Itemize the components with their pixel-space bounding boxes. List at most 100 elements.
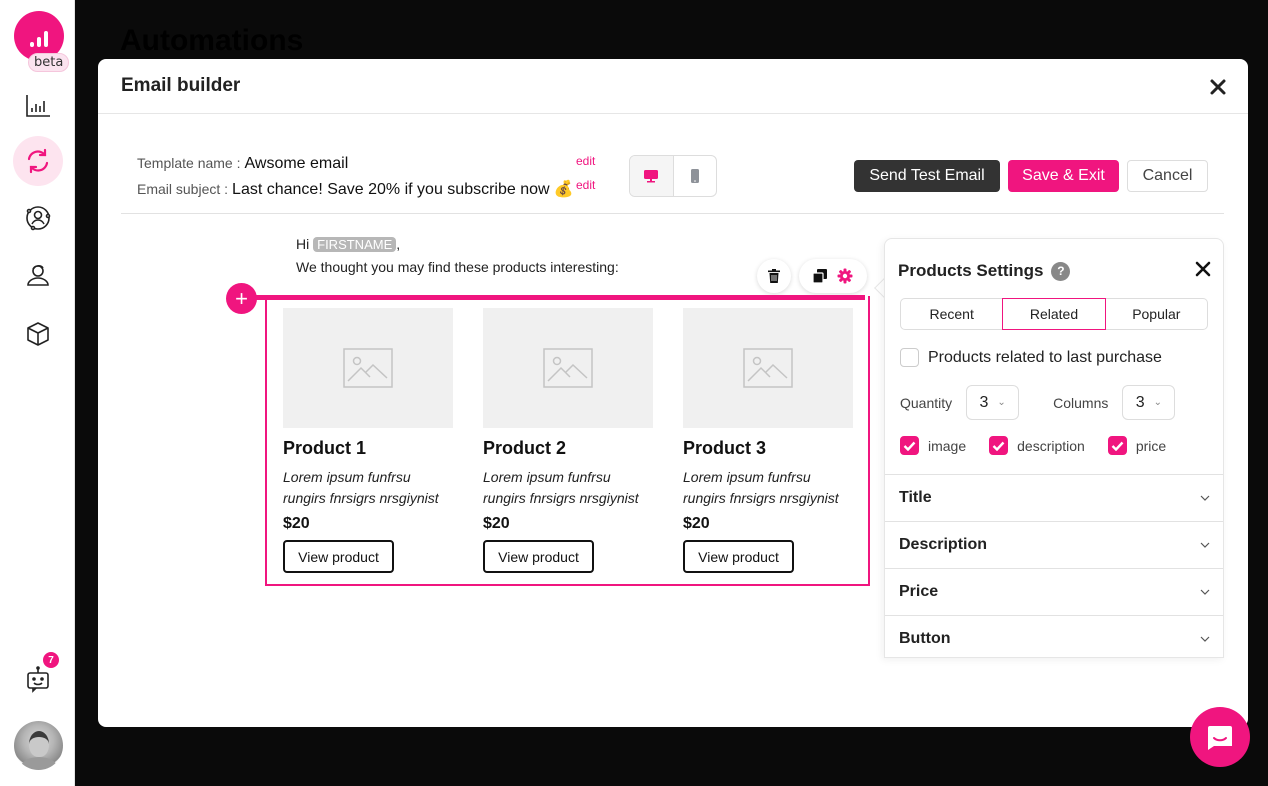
view-product-button[interactable]: View product — [483, 540, 594, 573]
delete-block-button[interactable] — [757, 259, 791, 293]
block-actions — [799, 259, 867, 293]
quantity-select[interactable]: 3 ⌄ — [966, 385, 1020, 420]
image-placeholder-icon — [743, 348, 793, 388]
close-icon[interactable] — [1208, 77, 1228, 97]
chevron-down-icon: ⌄ — [1153, 397, 1163, 408]
product-image-placeholder — [483, 308, 653, 428]
money-bag-emoji: 💰 — [553, 181, 574, 198]
columns-value: 3 — [1135, 393, 1145, 411]
mobile-view-button[interactable] — [674, 156, 717, 196]
help-icon[interactable]: ? — [1051, 261, 1071, 281]
cancel-button[interactable]: Cancel — [1127, 160, 1208, 192]
greeting-prefix: Hi — [296, 236, 310, 252]
description-label: description — [1017, 437, 1085, 454]
template-name-label: Template name : — [137, 155, 241, 171]
products-block[interactable]: Product 1 Lorem ipsum funfrsu rungirs fnr… — [265, 296, 870, 586]
user-avatar[interactable] — [14, 721, 63, 770]
email-builder-modal: Email builder Template name : Awsome ema… — [98, 59, 1248, 727]
bar-chart-icon — [26, 95, 50, 117]
check-icon — [1111, 441, 1124, 451]
related-last-purchase-checkbox[interactable] — [900, 348, 919, 367]
chevron-down-icon — [1200, 636, 1210, 642]
products-settings-panel: Products Settings ? Recent Related Popul… — [884, 238, 1224, 658]
product-name: Product 2 — [483, 438, 567, 458]
product-description: Lorem ipsum funfrsu rungirs fnrsigrs nrs… — [283, 469, 439, 506]
product-card: Product 1 Lorem ipsum funfrsu rungirs fnr… — [283, 308, 453, 573]
greeting-line: Hi FIRSTNAME, — [296, 233, 619, 256]
user-circle-icon — [26, 206, 51, 231]
settings-title: Products Settings ? — [898, 261, 1071, 281]
section-button[interactable]: Button — [885, 615, 1223, 657]
view-product-button[interactable]: View product — [283, 540, 394, 573]
avatar-body — [21, 757, 57, 770]
tab-related[interactable]: Related — [1002, 298, 1106, 330]
trash-icon — [768, 269, 780, 283]
tab-popular[interactable]: Popular — [1106, 299, 1207, 329]
notification-badge: 7 — [43, 652, 59, 668]
quantity-columns-row: Quantity 3 ⌄ Columns 3 ⌄ — [900, 385, 1176, 420]
columns-label: Columns — [1053, 394, 1109, 411]
price-label: price — [1135, 437, 1167, 454]
price-checkbox[interactable] — [1107, 436, 1127, 455]
view-product-button[interactable]: View product — [683, 540, 794, 573]
gear-icon[interactable] — [837, 268, 853, 284]
image-placeholder-icon — [543, 348, 593, 388]
check-icon — [903, 441, 916, 451]
sidebar-item-products[interactable] — [13, 309, 63, 359]
chevron-down-icon — [1200, 589, 1210, 595]
desktop-view-button[interactable] — [630, 156, 674, 196]
close-settings-icon[interactable] — [1195, 261, 1211, 277]
section-price[interactable]: Price — [885, 568, 1223, 615]
duplicate-icon[interactable] — [813, 269, 827, 283]
settings-title-text: Products Settings — [898, 261, 1044, 280]
product-price: $20 — [283, 515, 310, 532]
quantity-label: Quantity — [900, 394, 953, 411]
save-exit-button[interactable]: Save & Exit — [1008, 160, 1119, 192]
modal-header: Email builder — [98, 59, 1248, 114]
product-name: Product 3 — [683, 438, 767, 458]
greeting-suffix: , — [396, 236, 401, 252]
send-test-email-button[interactable]: Send Test Email — [854, 160, 1000, 192]
image-label: image — [928, 437, 967, 454]
template-name-value: Awsome email — [244, 155, 349, 172]
template-name-row: Template name : Awsome email — [137, 155, 573, 179]
plus-icon: + — [235, 285, 248, 311]
background-page-title: Automations — [120, 24, 304, 57]
image-placeholder-icon — [343, 348, 393, 388]
related-last-purchase-label: Products related to last purchase — [928, 348, 1162, 366]
description-checkbox[interactable] — [989, 436, 1009, 455]
image-checkbox[interactable] — [900, 436, 919, 455]
cube-icon — [27, 322, 49, 346]
tab-recent[interactable]: Recent — [901, 299, 1002, 329]
sidebar-item-contacts[interactable] — [13, 193, 63, 243]
sidebar-item-analytics[interactable] — [13, 80, 63, 130]
product-card: Product 3 Lorem ipsum funfrsu rungirs fnr… — [683, 308, 853, 573]
sidebar: beta 7 — [0, 0, 75, 786]
template-meta: Template name : Awsome email Email subje… — [137, 155, 573, 203]
edit-template-name-link[interactable]: edit — [576, 154, 595, 168]
sync-icon — [27, 148, 49, 174]
display-options: image description price — [900, 436, 1180, 455]
product-image-placeholder — [683, 308, 853, 428]
product-card: Product 2 Lorem ipsum funfrsu rungirs fnr… — [483, 308, 653, 573]
columns-select[interactable]: 3 ⌄ — [1122, 385, 1176, 420]
beta-badge: beta — [28, 53, 70, 72]
sidebar-item-audience[interactable] — [13, 250, 63, 300]
sidebar-item-bot[interactable]: 7 — [13, 652, 63, 704]
chat-launcher-button[interactable] — [1190, 707, 1250, 767]
section-description-label: Description — [899, 536, 988, 553]
user-cap-icon — [27, 265, 49, 286]
modal-title: Email builder — [121, 75, 241, 96]
device-toggle — [629, 155, 717, 197]
sidebar-item-automations[interactable] — [13, 136, 63, 186]
email-greeting[interactable]: Hi FIRSTNAME, We thought you may find th… — [296, 233, 619, 278]
check-icon — [992, 441, 1005, 451]
section-description[interactable]: Description — [885, 521, 1223, 568]
firstname-tag: FIRSTNAME — [313, 237, 397, 252]
product-name: Product 1 — [283, 438, 367, 458]
product-description: Lorem ipsum funfrsu rungirs fnrsigrs nrs… — [483, 469, 639, 506]
chevron-down-icon — [1200, 495, 1210, 501]
edit-email-subject-link[interactable]: edit — [576, 178, 595, 192]
email-subject-label: Email subject : — [137, 181, 229, 197]
section-title[interactable]: Title — [885, 474, 1223, 521]
